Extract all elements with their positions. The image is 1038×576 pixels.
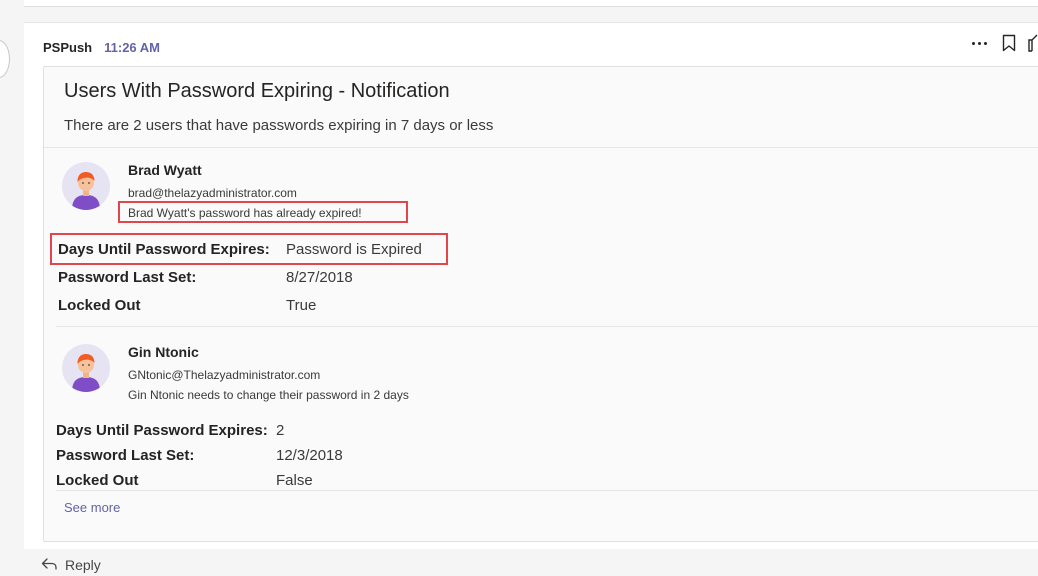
fact-value: 8/27/2018 [286,269,353,286]
post-timestamp: 11:26 AM [104,39,161,55]
reply-button[interactable]: Reply [41,557,101,573]
like-icon[interactable] [1028,33,1038,53]
fact-label: Days Until Password Expires: [56,422,268,439]
previous-post-edge [24,0,1038,7]
fact-value: False [276,472,313,489]
fact-value: 12/3/2018 [276,447,343,464]
card-subtitle: There are 2 users that have passwords ex… [64,117,494,134]
fact-label: Locked Out [58,297,141,314]
fact-label: Locked Out [56,472,139,489]
card-divider [44,147,1038,148]
user-separator [56,490,1038,491]
see-more-link[interactable]: See more [64,500,120,515]
card-title: Users With Password Expiring - Notificat… [64,80,450,102]
fact-value: True [286,297,317,314]
user-avatar-icon [62,162,110,210]
reply-label: Reply [65,557,101,573]
adaptive-card: Users With Password Expiring - Notificat… [43,66,1038,542]
bookmark-icon[interactable] [1002,34,1016,52]
user-name: Brad Wyatt [128,162,202,178]
user-status-message: Gin Ntonic needs to change their passwor… [128,388,409,402]
user-avatar-icon [62,344,110,392]
user-email: GNtonic@Thelazyadministrator.com [128,368,321,382]
sender-name[interactable]: PSPush [43,40,92,55]
highlight-box [118,201,408,223]
user-separator [56,326,1038,327]
highlight-box [50,233,448,265]
sender-avatar-edge [0,40,10,78]
user-name: Gin Ntonic [128,344,199,360]
fact-label: Password Last Set: [56,447,195,464]
more-options-icon[interactable] [968,33,990,53]
post-header: PSPush 11:26 AM [43,38,160,56]
reply-arrow-icon [41,557,57,573]
reply-bar: Reply [24,549,1038,576]
user-email: brad@thelazyadministrator.com [128,186,297,200]
fact-label: Password Last Set: [58,269,197,286]
fact-value: 2 [276,422,285,439]
message-post: PSPush 11:26 AM Users With Password Expi… [24,22,1038,550]
post-actions [968,33,1038,53]
